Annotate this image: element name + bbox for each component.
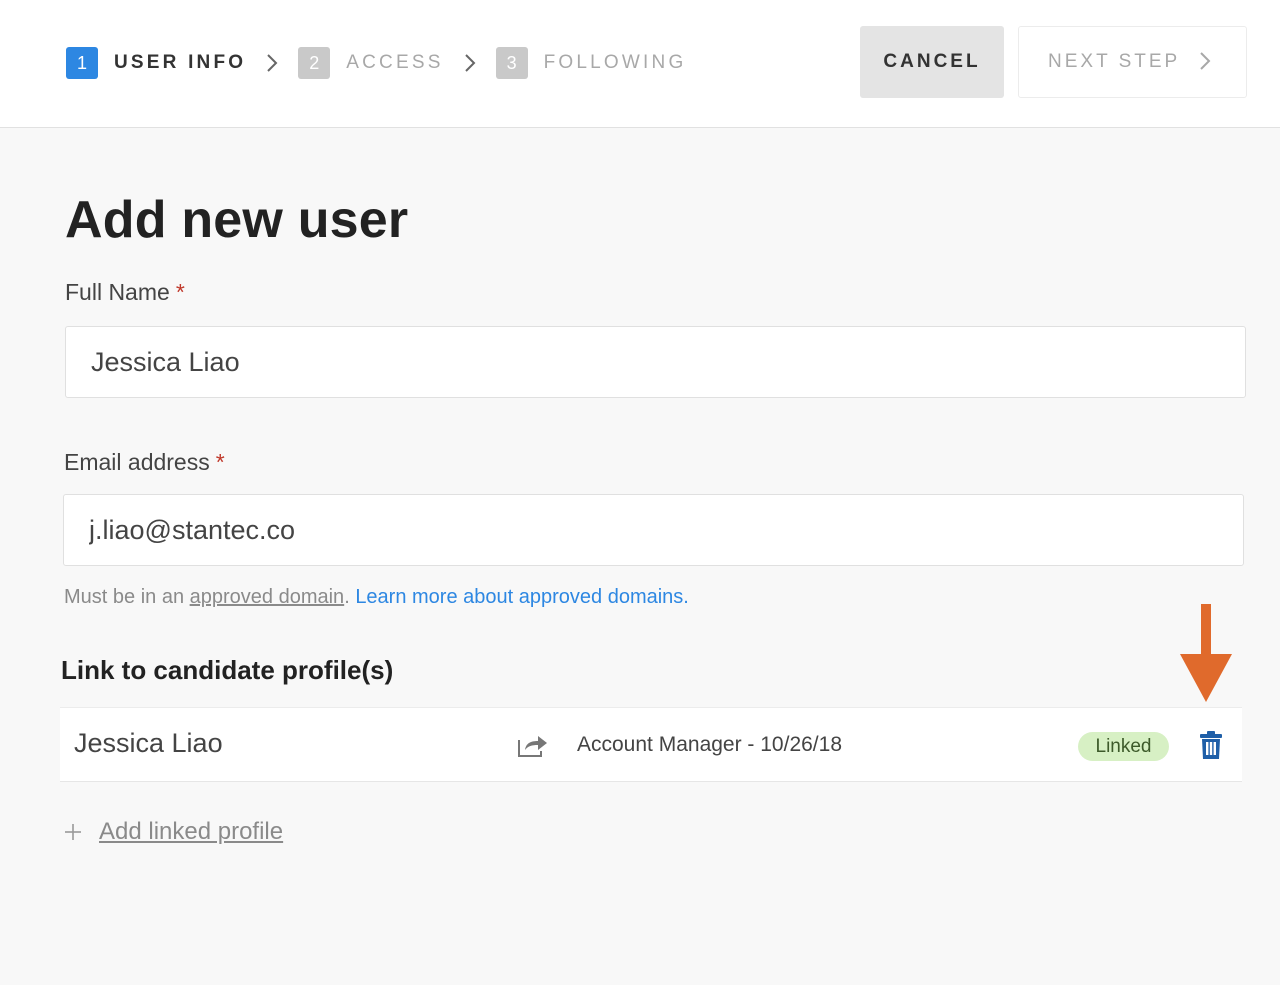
cancel-button[interactable]: CANCEL: [860, 26, 1004, 98]
candidate-section-title: Link to candidate profile(s): [61, 655, 394, 685]
required-mark: *: [175, 279, 185, 305]
email-label: Email address *: [64, 449, 225, 476]
chevron-right-icon: [464, 47, 478, 79]
email-label-text: Email address: [64, 449, 210, 475]
trash-icon[interactable]: [1199, 730, 1223, 765]
email-input[interactable]: [63, 494, 1244, 566]
step-label: USER INFO: [114, 52, 247, 73]
profile-job: Account Manager - 10/26/18: [577, 733, 843, 756]
next-step-button[interactable]: NEXT STEP: [1018, 26, 1247, 98]
full-name-input[interactable]: [65, 326, 1246, 398]
step-label: ACCESS: [346, 52, 444, 73]
help-separator: .: [344, 586, 356, 608]
step-following[interactable]: 3 FOLLOWING: [495, 47, 687, 79]
required-mark: *: [215, 449, 225, 475]
step-number: 3: [495, 47, 528, 79]
chevron-right-icon: [266, 47, 280, 79]
help-prefix: Must be in an: [64, 586, 190, 608]
wizard-steps: 1 USER INFO 2 ACCESS 3 FOLLOWING: [66, 47, 686, 79]
chevron-right-icon: [1199, 51, 1211, 77]
wizard-header: 1 USER INFO 2 ACCESS 3 FOLLOWING CANCEL …: [0, 0, 1280, 128]
step-access[interactable]: 2 ACCESS: [298, 47, 443, 79]
step-user-info[interactable]: 1 USER INFO: [66, 47, 246, 79]
add-linked-profile[interactable]: Add linked profile: [64, 818, 283, 846]
next-step-label: NEXT STEP: [1048, 51, 1181, 72]
step-number: 2: [298, 47, 331, 79]
linked-status-badge: Linked: [1078, 732, 1169, 761]
add-linked-profile-label[interactable]: Add linked profile: [99, 818, 283, 846]
full-name-label-text: Full Name: [65, 279, 170, 305]
plus-icon: [65, 824, 81, 840]
approved-domain-link[interactable]: approved domain: [190, 586, 345, 608]
learn-more-link[interactable]: Learn more about approved domains.: [355, 586, 689, 608]
share-arrow-icon[interactable]: [516, 731, 548, 764]
page-title: Add new user: [65, 191, 409, 249]
arrow-down-icon: [1180, 604, 1232, 709]
email-help-text: Must be in an approved domain. Learn mor…: [64, 586, 689, 609]
full-name-label: Full Name *: [65, 279, 185, 306]
step-label: FOLLOWING: [543, 52, 687, 73]
linked-profile-row: Jessica Liao Account Manager - 10/26/18 …: [60, 707, 1242, 782]
profile-name: Jessica Liao: [74, 728, 223, 758]
step-number: 1: [66, 47, 98, 79]
